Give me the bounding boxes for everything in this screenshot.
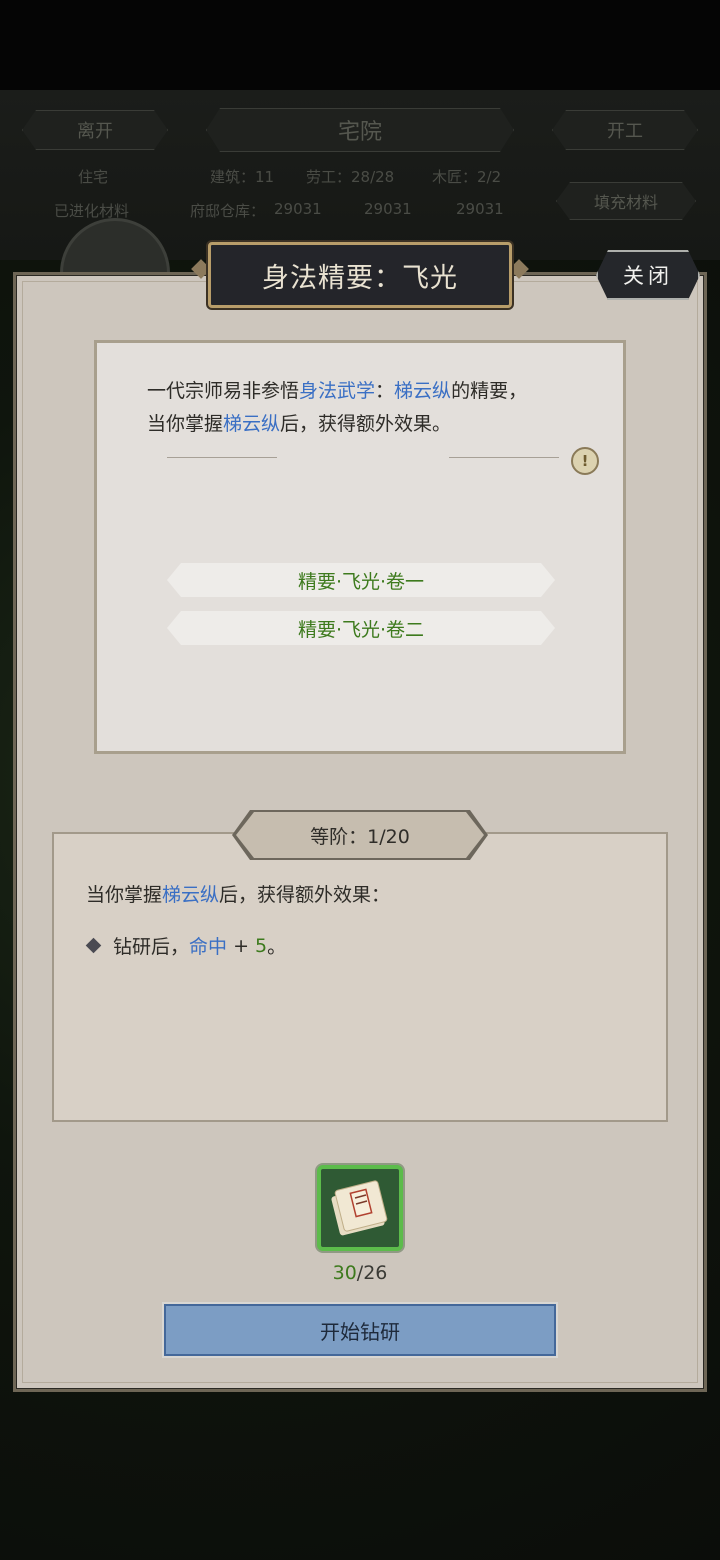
effect-text: 钻研后，	[113, 936, 190, 958]
status-bar-area	[0, 0, 720, 90]
item-need: /26	[356, 1262, 388, 1284]
volume-item-2[interactable]: 精要·飞光·卷二	[167, 611, 555, 645]
desc-colon: ：	[375, 380, 395, 402]
carpenter-count: 木匠：2/2	[432, 168, 502, 186]
building-count: 建筑：11	[210, 168, 275, 186]
diamond-bullet-icon	[85, 937, 102, 954]
residence-title-text: 宅院	[337, 120, 382, 145]
dialog-title: 身法精要：飞光	[262, 262, 458, 294]
desc-text-1: 一代宗师易非参悟	[147, 380, 300, 402]
description-line-2: 当你掌握梯云纵后，获得额外效果。	[147, 408, 587, 441]
divider-left	[167, 457, 277, 458]
scroll-book-icon	[331, 1180, 388, 1236]
required-item-slot[interactable]	[317, 1165, 403, 1251]
item-have: 30	[332, 1262, 357, 1284]
desc-text-2: 的精要，	[451, 380, 528, 402]
effect-stat: 命中	[189, 936, 228, 958]
skill-type-highlight: 身法武学	[299, 380, 376, 402]
resource-1: 29031	[274, 200, 322, 218]
description-box: 一代宗师易非参悟身法武学：梯云纵的精要， 当你掌握梯云纵后，获得额外效果。 ! …	[94, 340, 626, 754]
skill-name-highlight: 梯云纵	[394, 380, 452, 402]
desc-text-4: 后，获得额外效果。	[280, 413, 452, 435]
resource-3: 29031	[456, 200, 504, 218]
residence-title: 宅院	[206, 108, 514, 152]
residence-label: 住宅	[78, 168, 109, 186]
resource-2: 29031	[364, 200, 412, 218]
worker-count: 劳工：28/28	[306, 168, 395, 186]
start-work-button[interactable]: 开工	[552, 110, 698, 150]
effect-head-text-1: 当你掌握	[86, 884, 163, 906]
close-button[interactable]: 关闭	[596, 250, 700, 300]
effect-value: 5	[255, 934, 268, 957]
dialog-title-plate: 身法精要：飞光	[208, 242, 512, 308]
effect-end: 。	[267, 936, 287, 958]
description-text: 一代宗师易非参悟身法武学：梯云纵的精要， 当你掌握梯云纵后，获得额外效果。	[147, 375, 587, 441]
volume-item-1[interactable]: 精要·飞光·卷一	[167, 563, 555, 597]
item-count: 30/26	[310, 1262, 410, 1284]
effect-head-text-2: 后，获得额外效果：	[219, 884, 391, 906]
rank-effect-box	[52, 832, 668, 1122]
effect-plus: +	[227, 934, 256, 957]
desc-text-3: 当你掌握	[147, 413, 224, 435]
warehouse-label: 府邸仓库：	[190, 202, 266, 220]
effect-line: 钻研后， 命中 + 5。	[85, 932, 287, 959]
divider-right	[449, 457, 559, 458]
effect-heading: 当你掌握梯云纵后，获得额外效果：	[86, 880, 390, 907]
start-study-button[interactable]: 开始钻研	[164, 1304, 556, 1356]
leave-button[interactable]: 离开	[22, 110, 168, 150]
effect-skill-highlight: 梯云纵	[162, 884, 220, 906]
fill-materials-button[interactable]: 填充材料	[556, 182, 696, 220]
exclamation-icon[interactable]: !	[571, 447, 599, 475]
skill-name-highlight-2: 梯云纵	[223, 413, 281, 435]
rank-label: 等阶：1/20	[236, 812, 484, 858]
description-line-1: 一代宗师易非参悟身法武学：梯云纵的精要，	[147, 375, 587, 408]
